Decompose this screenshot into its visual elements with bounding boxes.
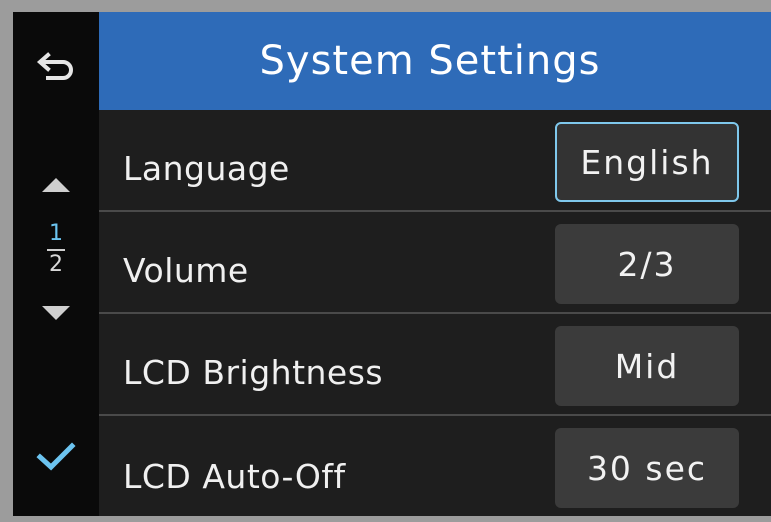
page-header: System Settings (99, 12, 771, 110)
back-button[interactable] (13, 32, 99, 102)
triangle-up-icon (42, 178, 70, 192)
setting-label-lcd-auto-off: LCD Auto-Off (123, 457, 346, 496)
setting-value-lcd-brightness[interactable]: Mid (555, 326, 739, 406)
setting-label-lcd-brightness: LCD Brightness (123, 353, 384, 392)
page-up-button[interactable] (13, 162, 99, 208)
setting-value-lcd-auto-off[interactable]: 30 sec (555, 428, 739, 508)
page-indicator: 1 2 (13, 216, 99, 284)
settings-list: Language English Volume 2/3 LCD Brightne… (99, 110, 771, 516)
page-total: 2 (49, 252, 63, 277)
triangle-down-icon (42, 306, 70, 320)
setting-label-language: Language (123, 149, 290, 188)
checkmark-icon (36, 442, 76, 471)
setting-row-language[interactable]: Language English (99, 110, 771, 212)
device-bezel: 1 2 System Settings Language English Vol… (0, 0, 771, 522)
setting-label-volume: Volume (123, 251, 249, 290)
settings-screen: 1 2 System Settings Language English Vol… (13, 12, 771, 516)
page-title: System Settings (259, 38, 601, 84)
page-down-button[interactable] (13, 290, 99, 336)
confirm-button[interactable] (13, 422, 99, 492)
setting-value-language[interactable]: English (555, 122, 739, 202)
setting-row-lcd-auto-off[interactable]: LCD Auto-Off 30 sec (99, 416, 771, 516)
sidebar: 1 2 (13, 12, 99, 516)
setting-value-volume[interactable]: 2/3 (555, 224, 739, 304)
page-current: 1 (47, 222, 65, 251)
setting-row-lcd-brightness[interactable]: LCD Brightness Mid (99, 314, 771, 416)
back-arrow-icon (36, 52, 73, 80)
setting-row-volume[interactable]: Volume 2/3 (99, 212, 771, 314)
